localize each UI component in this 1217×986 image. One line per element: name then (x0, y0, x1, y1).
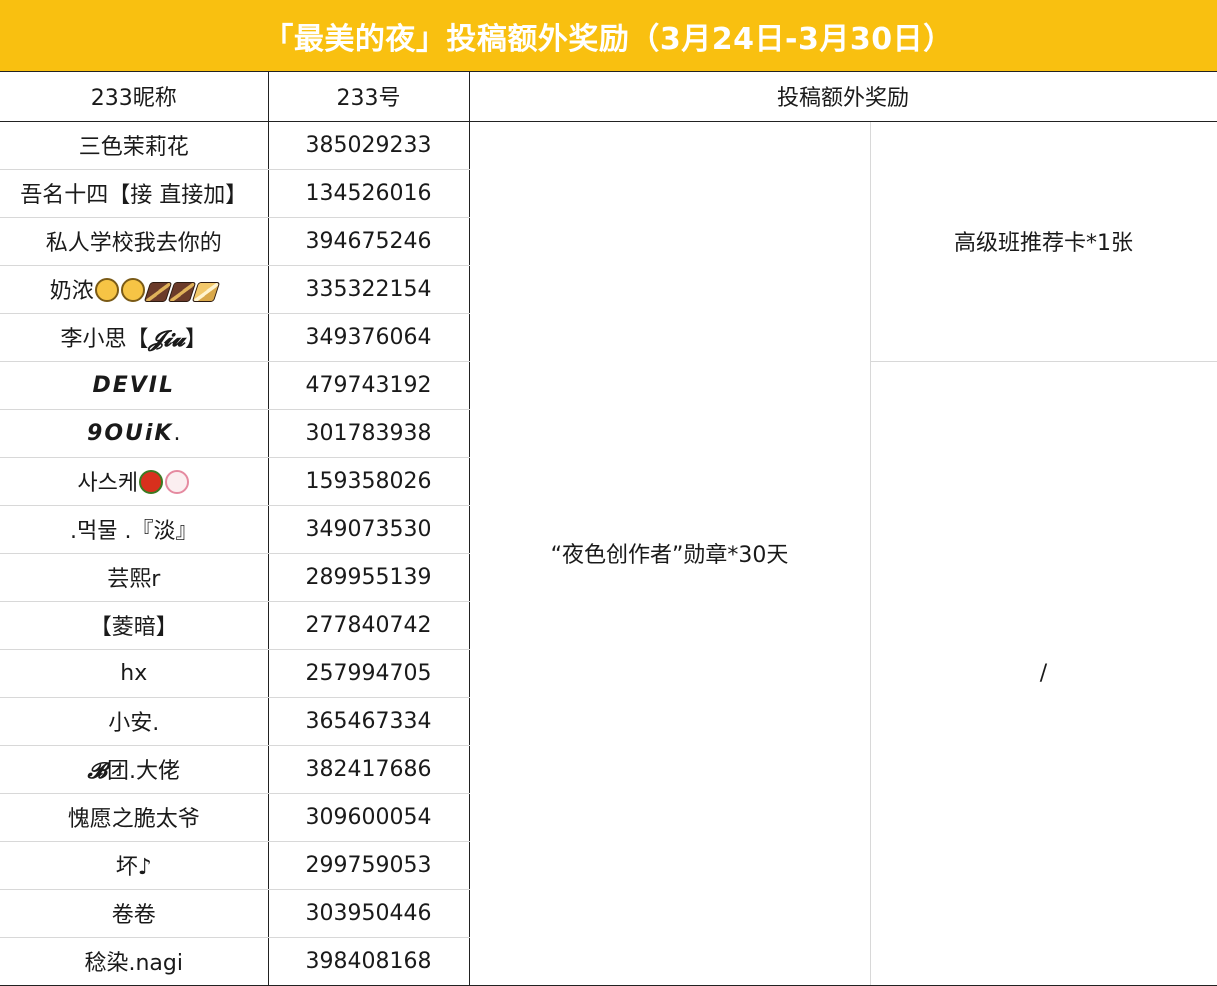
eye-roll-emoji-icon (94, 278, 119, 302)
nickname-cell: 9OUiK. (0, 409, 269, 458)
nickname-text: 奶浓 (49, 279, 94, 304)
nickname-text: DEVIL (92, 372, 176, 398)
nickname-cell: 私人学校我去你的 (0, 217, 269, 266)
nickname-script-text: 𝓙𝓲𝓾 (148, 326, 186, 352)
sandwich-emoji-icon (191, 282, 220, 302)
uid-cell: 479743192 (268, 361, 470, 410)
nickname-cell: 奶浓 (0, 265, 269, 314)
recommend-card-reward-cell: 高级班推荐卡*1张 (870, 121, 1217, 362)
uid-cell: 385029233 (268, 121, 470, 170)
fish-cake-emoji-icon (165, 470, 190, 494)
nickname-cell: hx (0, 649, 269, 698)
header-reward: 投稿额外奖励 (469, 72, 1217, 122)
uid-cell: 309600054 (268, 793, 470, 842)
uid-cell: 134526016 (268, 169, 470, 218)
nickname-cell: 李小思【𝓙𝓲𝓾】 (0, 313, 269, 362)
nickname-text: 李小思【 (60, 327, 149, 352)
header-nickname: 233昵称 (0, 72, 269, 122)
uid-cell: 289955139 (268, 553, 470, 602)
uid-cell: 365467334 (268, 697, 470, 746)
nickname-cell: 愧愿之脆太爷 (0, 793, 269, 842)
uid-cell: 257994705 (268, 649, 470, 698)
uid-cell: 303950446 (268, 889, 470, 938)
uid-cell: 277840742 (268, 601, 470, 650)
header-uid: 233号 (268, 72, 470, 122)
nickname-cell: 坏♪ (0, 841, 269, 890)
nickname-text: 团.大佬 (106, 759, 180, 784)
uid-cell: 299759053 (268, 841, 470, 890)
uid-cell: 382417686 (268, 745, 470, 794)
nickname-text: 사스케 (77, 471, 139, 496)
uid-cell: 159358026 (268, 457, 470, 506)
nickname-cell: 𝓑团.大佬 (0, 745, 269, 794)
no-reward-cell: / (870, 361, 1217, 986)
header-row: 233昵称 233号 投稿额外奖励 (0, 72, 1217, 122)
nickname-cell: 【菱暗】 (0, 601, 269, 650)
reward-sheet: 「最美的夜」投稿额外奖励（3月24日-3月30日） 233昵称 233号 投稿额… (0, 0, 1217, 986)
nickname-text: 9OUiK (87, 420, 174, 446)
uid-cell: 301783938 (268, 409, 470, 458)
uid-cell: 349073530 (268, 505, 470, 554)
uid-cell: 349376064 (268, 313, 470, 362)
nickname-cell: 卷卷 (0, 889, 269, 938)
nickname-suffix: . (173, 420, 181, 446)
reward-table: 233昵称 233号 投稿额外奖励 三色茉莉花 385029233 “夜色创作者… (0, 72, 1217, 986)
tomato-emoji-icon (139, 470, 164, 494)
nickname-cell: 사스케 (0, 457, 269, 506)
nickname-cell: 小安. (0, 697, 269, 746)
uid-cell: 398408168 (268, 937, 470, 986)
nickname-cell: 稔染.nagi (0, 937, 269, 986)
medal-reward-cell: “夜色创作者”勋章*30天 (469, 121, 871, 986)
eye-roll-emoji-icon (120, 278, 145, 302)
sheet-title: 「最美的夜」投稿额外奖励（3月24日-3月30日） (0, 0, 1217, 72)
nickname-cell: 吾名十四【接 直接加】 (0, 169, 269, 218)
nickname-cell: DEVIL (0, 361, 269, 410)
nickname-cell: .먹물 .『淡』 (0, 505, 269, 554)
nickname-cell: 芸熙r (0, 553, 269, 602)
nickname-suffix: 】 (185, 327, 208, 352)
uid-cell: 335322154 (268, 265, 470, 314)
nickname-script-text: 𝓑 (87, 758, 107, 784)
table-row: 三色茉莉花 385029233 “夜色创作者”勋章*30天 高级班推荐卡*1张 (0, 121, 1217, 986)
uid-cell: 394675246 (268, 217, 470, 266)
nickname-cell: 三色茉莉花 (0, 121, 269, 170)
